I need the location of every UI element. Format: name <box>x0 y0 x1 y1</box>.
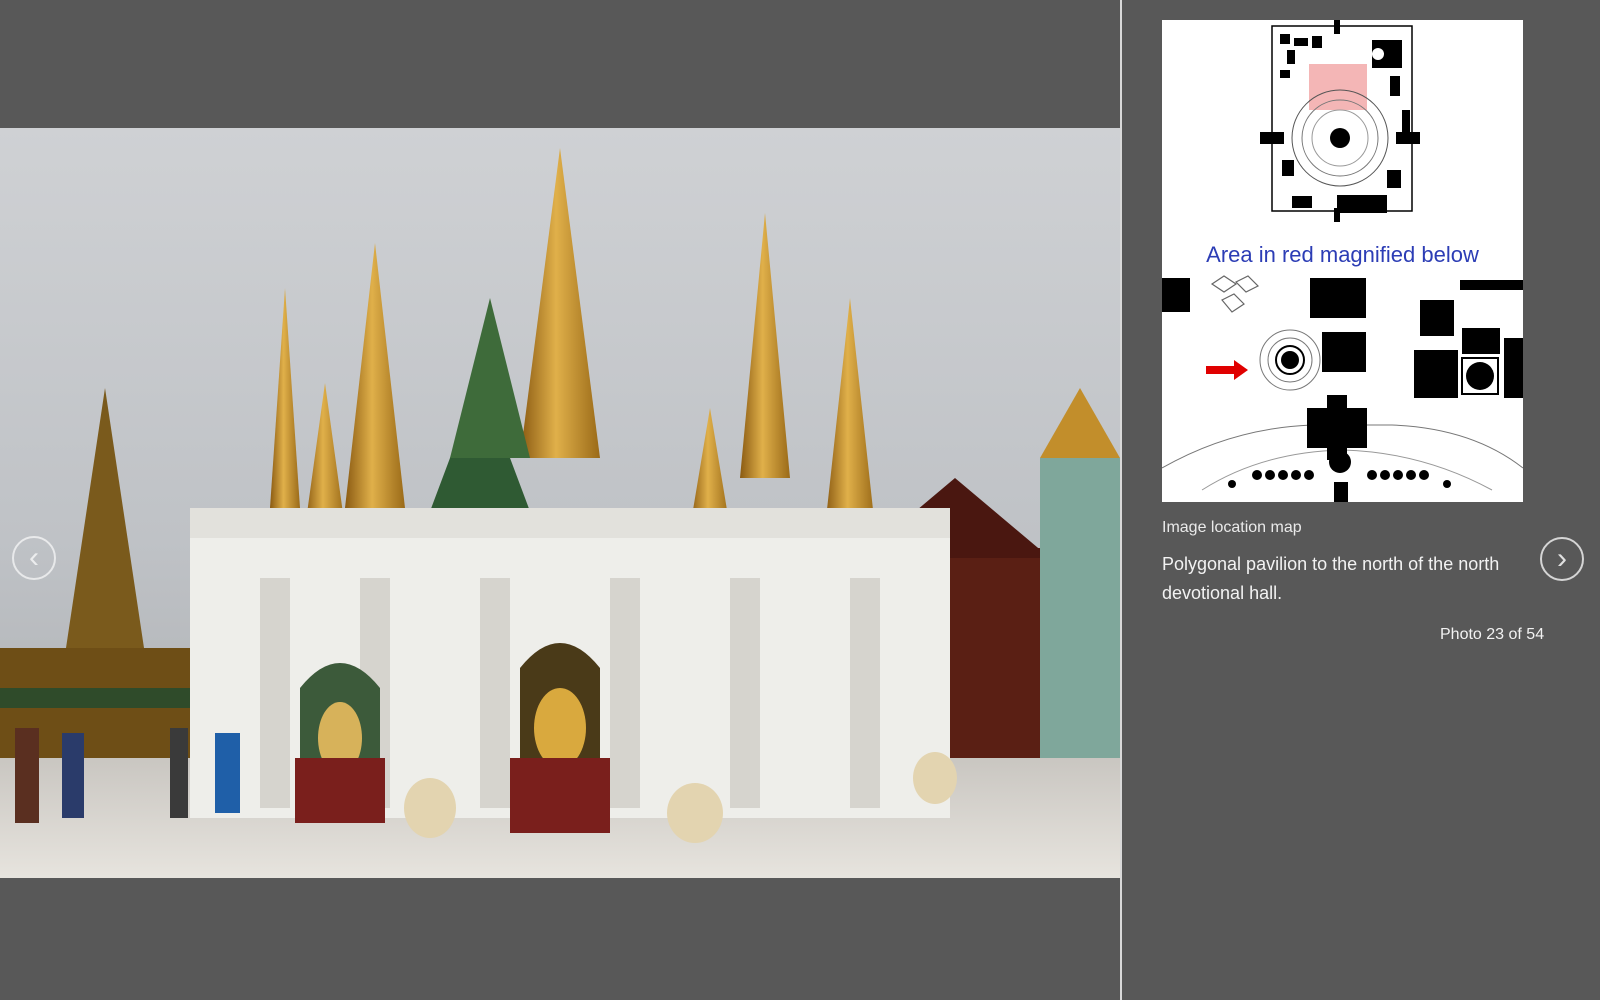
photo-caption: Polygonal pavilion to the north of the n… <box>1162 554 1500 603</box>
next-photo-button[interactable]: › <box>1540 537 1584 581</box>
arrow-icon <box>1206 360 1248 380</box>
chevron-left-icon: ‹ <box>29 541 39 574</box>
main-photo <box>0 128 1120 878</box>
pagoda-photo-illustration <box>0 148 1120 878</box>
panel-divider <box>1120 0 1122 1000</box>
photo-viewer: ‹ <box>0 0 1120 1000</box>
chevron-right-icon: › <box>1557 542 1567 575</box>
previous-photo-button[interactable]: ‹ <box>12 536 56 580</box>
photo-counter: Photo 23 of 54 <box>1440 626 1545 643</box>
sidebar-panel: Area in red magnified below Image locati… <box>1162 20 1562 608</box>
location-map: Area in red magnified below <box>1162 20 1523 502</box>
map-label: Image location map <box>1162 519 1302 536</box>
map-annotation: Area in red magnified below <box>1206 242 1479 267</box>
